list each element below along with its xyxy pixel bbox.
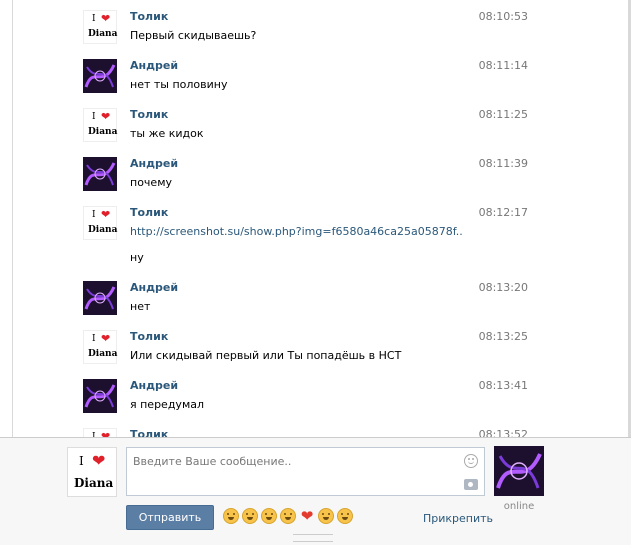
message-input[interactable]: Введите Ваше сообщение.. [126,447,485,496]
emoji-bar: ❤ [223,508,353,524]
avatar-letter: I [92,210,96,220]
message-text: почему [130,176,172,189]
avatar-name: Diana [88,225,118,235]
heart-icon: ❤ [101,208,111,221]
avatar-name: Diana [74,476,114,490]
kiss-icon[interactable] [242,508,258,524]
avatar-tolik[interactable]: I ❤ Diana [83,428,117,437]
heart-icon: ❤ [101,12,111,25]
avatar-andrey[interactable] [83,157,117,191]
avatar-letter: I [79,454,84,468]
purple-sneaker-icon [84,64,116,88]
laugh-icon[interactable] [337,508,353,524]
message-author[interactable]: Андрей [130,157,178,170]
avatar-letter: I [92,112,96,122]
purple-sneaker-icon [84,384,116,408]
avatar-name: Diana [88,127,118,137]
heart-icon: ❤ [101,110,111,123]
message-time: 08:12:17 [478,206,528,219]
cry-icon[interactable] [318,508,334,524]
message-author[interactable]: Толик [130,108,168,121]
attach-link[interactable]: Прикрепить [423,512,493,525]
smile-icon[interactable] [464,454,478,468]
avatar-letter: I [92,14,96,24]
message-author[interactable]: Толик [130,330,168,343]
wink-icon[interactable] [280,508,296,524]
message-time: 08:11:39 [478,157,528,170]
peer-status: online [503,501,535,512]
avatar-andrey[interactable] [83,281,117,315]
message-text: Или скидывай первый или Ты попадёшь в НС… [130,349,402,362]
purple-sneaker-icon [496,453,542,489]
my-avatar[interactable]: I ❤ Diana [67,447,117,497]
chat-history: I ❤ Diana Толик 08:10:53 Первый скидывае… [13,0,628,437]
grin-icon[interactable] [261,508,277,524]
message-text: Первый скидываешь? [130,29,257,42]
peer-avatar[interactable] [494,446,544,496]
message-author[interactable]: Андрей [130,59,178,72]
message-text: я передумал [130,398,205,411]
message-time: 08:10:53 [478,10,528,23]
message-link[interactable]: http://screenshot.su/show.php?img=f6580a… [130,225,463,238]
resize-handle[interactable] [293,534,333,542]
purple-sneaker-icon [84,162,116,186]
message-composer: I ❤ Diana Введите Ваше сообщение.. onlin… [0,437,631,545]
left-border [0,0,13,437]
heart-icon: ❤ [92,451,106,470]
message-time: 08:11:14 [478,59,528,72]
message-author[interactable]: Толик [130,428,168,437]
message-time: 08:11:25 [478,108,528,121]
message-text: ну [130,251,144,264]
message-time: 08:13:52 [478,428,528,437]
message-text: нет ты половину [130,78,228,91]
message-input-placeholder: Введите Ваше сообщение.. [133,455,292,468]
purple-sneaker-icon [84,286,116,310]
heart-icon: ❤ [101,430,111,437]
message-text: ты же кидок [130,127,204,140]
avatar-tolik[interactable]: I ❤ Diana [83,10,117,44]
avatar-andrey[interactable] [83,379,117,413]
smile-icon[interactable] [223,508,239,524]
message-time: 08:13:25 [478,330,528,343]
message-author[interactable]: Толик [130,10,168,23]
avatar-tolik[interactable]: I ❤ Diana [83,206,117,240]
send-button[interactable]: Отправить [126,505,214,530]
heart-icon: ❤ [101,332,111,345]
heart-icon[interactable]: ❤ [299,508,315,524]
avatar-tolik[interactable]: I ❤ Diana [83,108,117,142]
message-time: 08:13:41 [478,379,528,392]
avatar-tolik[interactable]: I ❤ Diana [83,330,117,364]
message-author[interactable]: Толик [130,206,168,219]
message-time: 08:13:20 [478,281,528,294]
message-text: нет [130,300,151,313]
avatar-name: Diana [88,29,118,39]
avatar-name: Diana [88,349,118,359]
avatar-letter: I [92,334,96,344]
avatar-andrey[interactable] [83,59,117,93]
message-author[interactable]: Андрей [130,379,178,392]
message-author[interactable]: Андрей [130,281,178,294]
camera-icon[interactable] [464,479,478,490]
